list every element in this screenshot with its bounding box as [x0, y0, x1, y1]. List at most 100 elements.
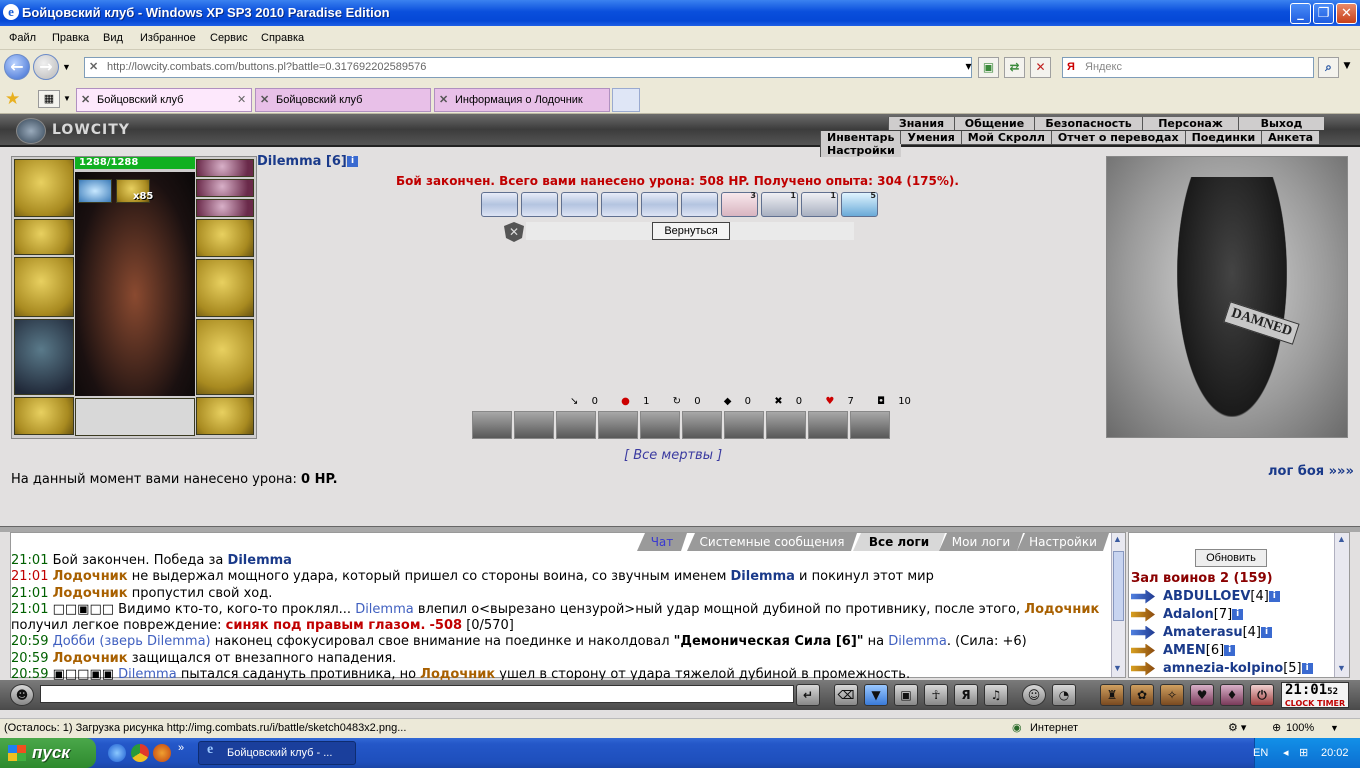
boots-slot[interactable]	[196, 397, 254, 435]
player-info-icon[interactable]: i	[347, 156, 358, 167]
player-name-link[interactable]: Добби (зверь Dilemma)	[53, 634, 211, 649]
exit-icon[interactable]: ⏻	[1250, 684, 1274, 706]
emoticons-icon[interactable]: ☺	[1022, 684, 1046, 706]
forward-button[interactable]: →	[33, 54, 59, 80]
player-list-item[interactable]: ABDULLOEV[4] i	[1131, 589, 1280, 604]
friends-icon[interactable]: ♥	[1190, 684, 1214, 706]
menu-view[interactable]: Вид	[103, 32, 123, 44]
private-message-icon[interactable]	[1131, 589, 1155, 604]
player-name-link[interactable]: Dilemma	[228, 553, 292, 568]
all-dead-link[interactable]: [ Все мертвы ]	[624, 448, 722, 463]
skill-1-icon[interactable]	[472, 411, 512, 439]
rune-slots[interactable]	[75, 398, 195, 436]
nav-character[interactable]: Персонаж	[1142, 117, 1238, 130]
weapon-slot[interactable]	[14, 257, 74, 317]
skill-2-icon[interactable]	[514, 411, 554, 439]
heal-scroll-icon[interactable]: 3	[721, 191, 758, 217]
buff-ice-icon[interactable]	[78, 179, 112, 203]
start-button[interactable]: пуск	[0, 738, 96, 768]
menu-favorites[interactable]: Избранное	[140, 32, 196, 44]
chrome-quicklaunch-icon[interactable]	[131, 744, 149, 762]
menu-file[interactable]: Файл	[9, 32, 36, 44]
chat-timestamp[interactable]: 21:01	[11, 553, 48, 568]
network-icon[interactable]: ⊞	[1299, 738, 1308, 768]
player-info-icon[interactable]: i	[1224, 645, 1236, 656]
chat-tab-settings[interactable]: Настройки	[1017, 533, 1109, 551]
nav-transfers[interactable]: Отчет о переводах	[1050, 131, 1185, 144]
sound-icon[interactable]: ♫	[984, 684, 1008, 706]
player-info-icon[interactable]: i	[1261, 627, 1273, 638]
player-list-name[interactable]: ABDULLOEV	[1163, 589, 1250, 604]
magic-icon[interactable]: ✧	[1160, 684, 1184, 706]
compat-view-icon[interactable]: ▣	[978, 57, 999, 78]
close-button[interactable]: ✕	[1336, 3, 1357, 24]
maximize-button[interactable]: ❐	[1313, 3, 1334, 24]
skill-6-icon[interactable]	[682, 411, 722, 439]
bracers-slot[interactable]	[14, 219, 74, 255]
amulet-slot[interactable]	[196, 179, 254, 197]
player-name-link[interactable]: Dilemma	[355, 602, 414, 617]
player-name-link[interactable]: Лодочник	[53, 569, 128, 584]
helmet-slot[interactable]	[14, 159, 74, 217]
belt-slot[interactable]	[14, 397, 74, 435]
private-message-icon[interactable]	[1131, 661, 1155, 676]
quicklaunch-more-icon[interactable]: »	[178, 742, 184, 754]
tab-3[interactable]: ✕ Информация о Лодочник	[434, 88, 610, 112]
chat-tab-system[interactable]: Системные сообщения	[687, 533, 857, 551]
stop-icon[interactable]: ✕	[1030, 57, 1051, 78]
bag-icon[interactable]: ♜	[1100, 684, 1124, 706]
minimize-button[interactable]: _	[1290, 3, 1311, 24]
legs-slot[interactable]	[196, 319, 254, 395]
speed-icon[interactable]: ◔	[1052, 684, 1076, 706]
scroll-3-icon[interactable]	[561, 192, 598, 217]
skill-3-icon[interactable]	[556, 411, 596, 439]
save-icon[interactable]: ▣	[894, 684, 918, 706]
player-name-link[interactable]: Лодочник	[1024, 602, 1099, 617]
private-message-icon[interactable]	[1131, 625, 1155, 640]
player-list-name[interactable]: amnezia-kolpino	[1163, 661, 1283, 676]
nav-security[interactable]: Безопасность	[1034, 117, 1142, 130]
search-options-icon[interactable]: ▼	[1340, 57, 1354, 78]
chat-timestamp[interactable]: 20:59	[11, 651, 48, 666]
chat-timestamp[interactable]: 21:01	[11, 602, 48, 617]
player-list-name[interactable]: Adalon	[1163, 607, 1214, 622]
firefox-quicklaunch-icon[interactable]	[153, 744, 171, 762]
nav-skills[interactable]: Умения	[900, 131, 961, 144]
skill-9-icon[interactable]	[808, 411, 848, 439]
shield-slot[interactable]	[196, 259, 254, 317]
skill-10-icon[interactable]	[850, 411, 890, 439]
history-dropdown-icon[interactable]: ▼	[62, 62, 71, 72]
nav-profile[interactable]: Анкета	[1261, 131, 1319, 144]
favorites-star-icon[interactable]: ★	[5, 89, 20, 109]
nav-my-scroll[interactable]: Мой Скролл	[960, 131, 1051, 144]
taskbar-window-button[interactable]: e Бойцовский клуб - ...	[198, 741, 356, 765]
refresh-icon[interactable]: ⇄	[1004, 57, 1025, 78]
tab-close-icon[interactable]: ✕	[237, 89, 246, 111]
player-list-item[interactable]: Adalon[7] i	[1131, 607, 1244, 622]
search-icon[interactable]: ⌕	[1318, 57, 1339, 78]
menu-tools[interactable]: Сервис	[210, 32, 248, 44]
chat-tab-chat[interactable]: Чат	[637, 533, 687, 551]
player-info-icon[interactable]: i	[1232, 609, 1244, 620]
earring-slot[interactable]	[196, 159, 254, 177]
back-button[interactable]: ←	[4, 54, 30, 80]
nav-exit[interactable]: Выход	[1238, 117, 1324, 130]
nav-inventory[interactable]: Инвентарь	[820, 131, 901, 144]
ice-scroll-icon[interactable]: 5	[841, 191, 878, 217]
send-icon[interactable]: ↵	[796, 684, 820, 706]
skill-8-icon[interactable]	[766, 411, 806, 439]
gloves-slot[interactable]	[196, 219, 254, 257]
translit-icon[interactable]: Я	[954, 684, 978, 706]
quick-tabs-icon[interactable]: ▦	[38, 90, 60, 108]
protected-mode-icon[interactable]: ⚙ ▾	[1228, 719, 1246, 738]
gift-icon[interactable]: ✿	[1130, 684, 1154, 706]
chat-tab-my-logs[interactable]: Мои логи	[939, 533, 1023, 551]
tab-1[interactable]: ✕ Бойцовский клуб ✕	[76, 88, 252, 112]
clear-icon[interactable]: ⌫	[834, 684, 858, 706]
nav-communication[interactable]: Общение	[954, 117, 1034, 130]
scroll-up-icon[interactable]: ▲	[1337, 534, 1346, 544]
language-indicator[interactable]: EN	[1253, 738, 1268, 768]
player-info-icon[interactable]: i	[1301, 663, 1313, 674]
zoom-level[interactable]: 100%	[1286, 719, 1314, 738]
private-message-icon[interactable]	[1131, 643, 1155, 658]
